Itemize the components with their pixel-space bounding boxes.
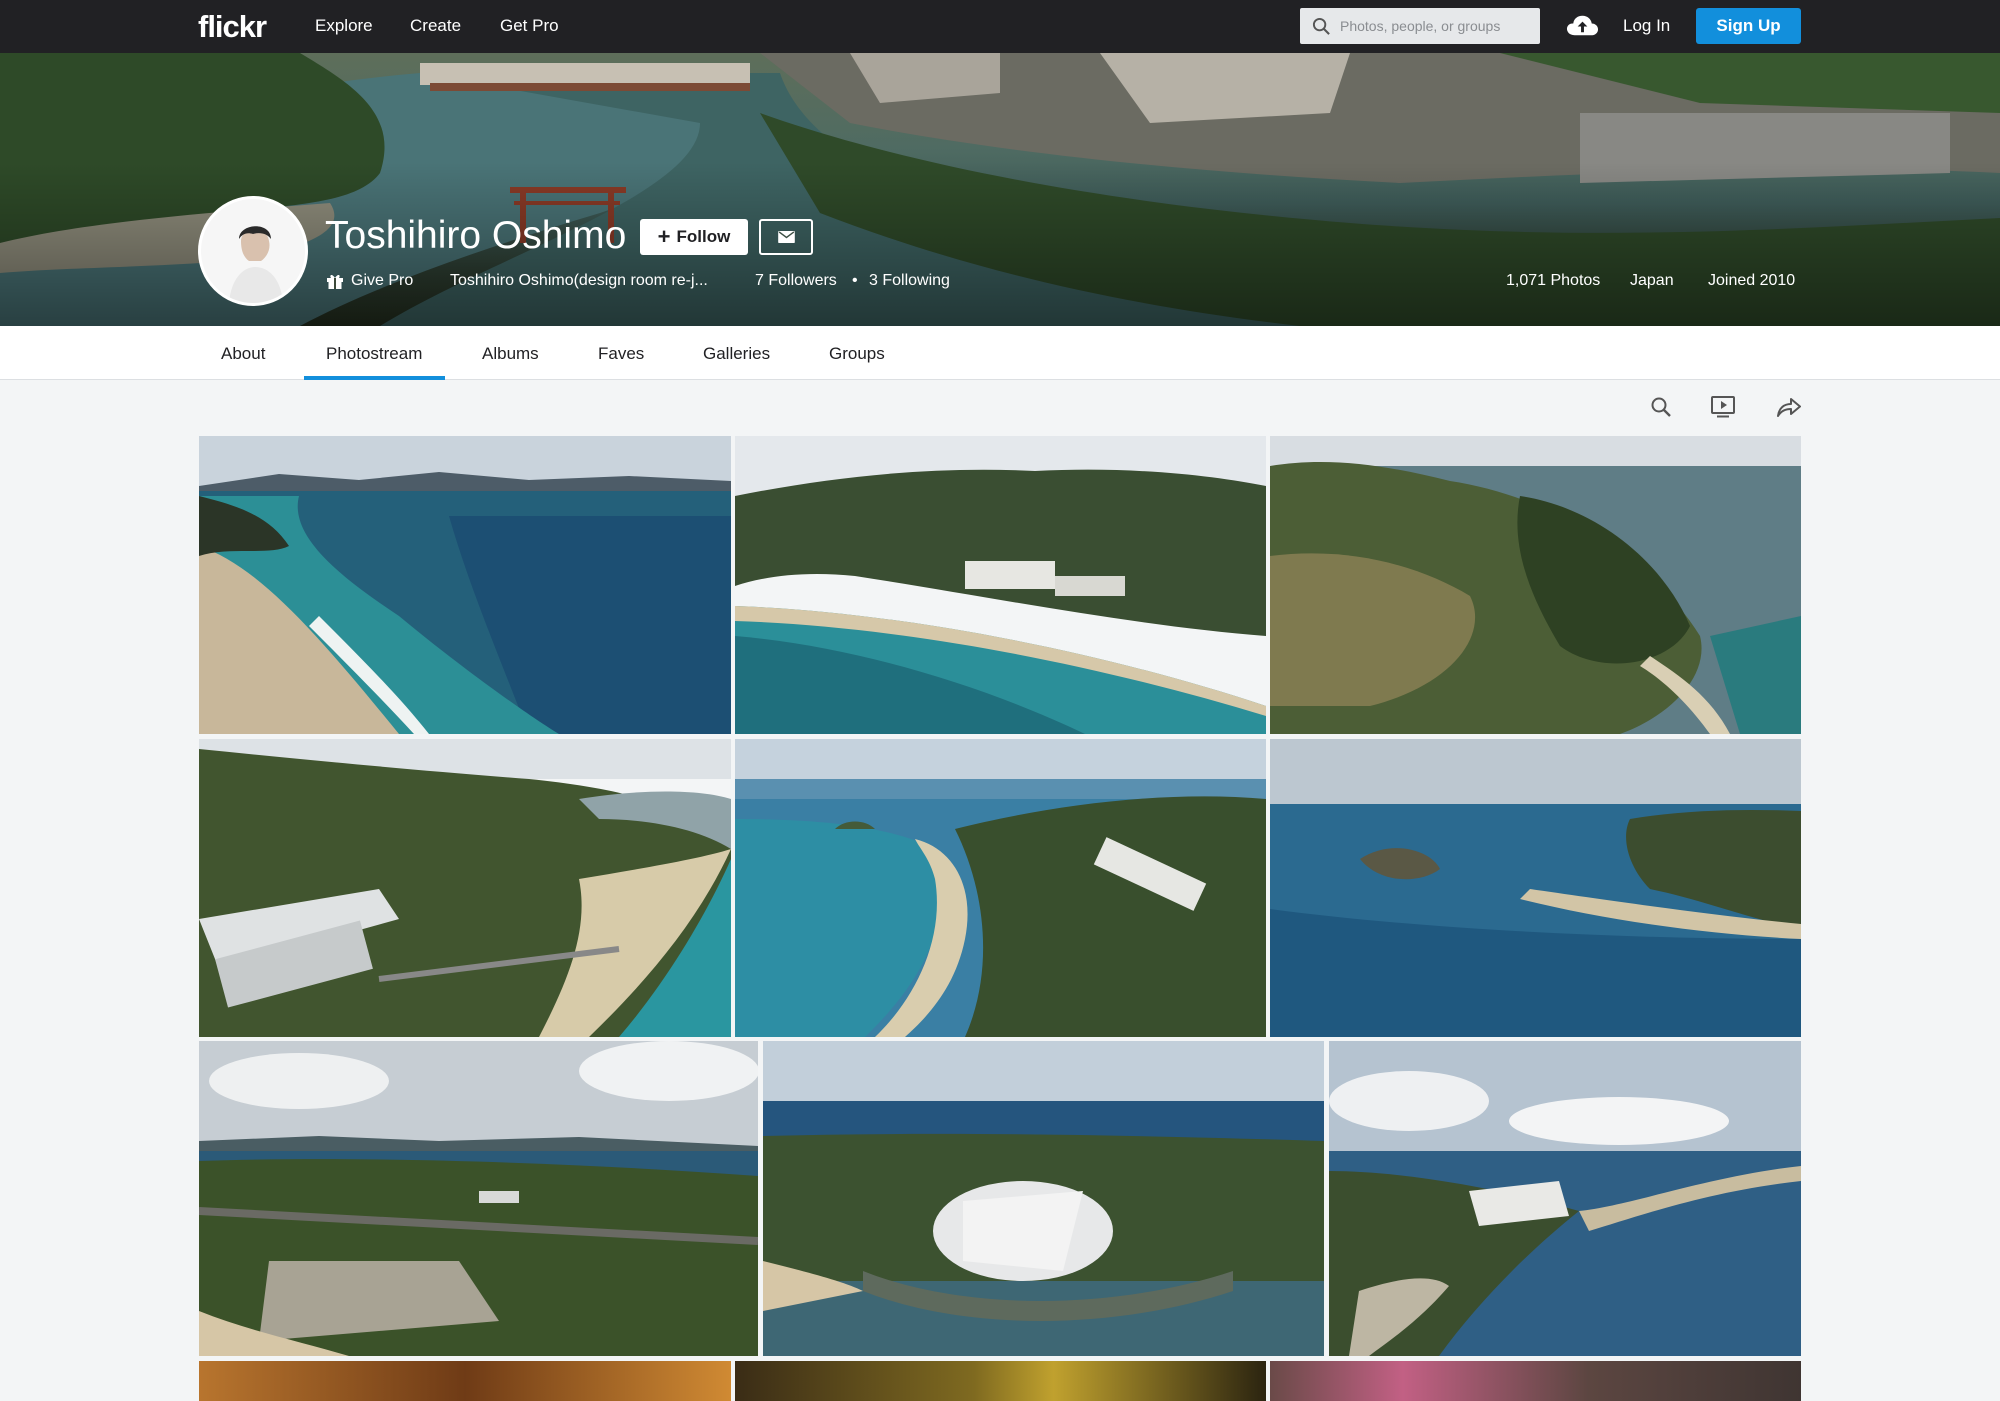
gift-icon bbox=[327, 274, 343, 289]
photo-image bbox=[1270, 739, 1801, 1037]
top-navigation-bar: flickr Explore Create Get Pro Log In Sig… bbox=[0, 0, 2000, 53]
photo-thumbnail[interactable] bbox=[735, 436, 1266, 734]
nav-link-create[interactable]: Create bbox=[410, 16, 461, 36]
cloud-upload-icon[interactable] bbox=[1566, 13, 1599, 38]
give-pro-label: Give Pro bbox=[351, 272, 414, 289]
photo-thumbnail[interactable] bbox=[199, 739, 731, 1037]
slideshow-icon[interactable] bbox=[1711, 396, 1735, 418]
photo-image bbox=[1329, 1041, 1801, 1356]
nav-link-get-pro[interactable]: Get Pro bbox=[500, 16, 559, 36]
photo-image bbox=[763, 1041, 1324, 1356]
photo-thumbnail[interactable] bbox=[735, 1361, 1266, 1401]
tab-faves[interactable]: Faves bbox=[598, 344, 644, 364]
tab-about[interactable]: About bbox=[221, 344, 265, 364]
stats-separator: • bbox=[852, 272, 858, 289]
tab-albums[interactable]: Albums bbox=[482, 344, 539, 364]
plus-icon: + bbox=[657, 224, 671, 249]
profile-display-name: Toshihiro Oshimo(design room re-j... bbox=[450, 272, 708, 289]
photo-thumbnail[interactable] bbox=[199, 436, 731, 734]
photo-image bbox=[199, 1041, 758, 1356]
share-icon[interactable] bbox=[1776, 396, 1802, 418]
joined-date: Joined 2010 bbox=[1708, 272, 1796, 289]
photo-thumbnail[interactable] bbox=[763, 1041, 1324, 1356]
tab-photostream[interactable]: Photostream bbox=[326, 344, 422, 364]
avatar-image bbox=[201, 199, 305, 303]
photo-count: 1,071 Photos bbox=[1506, 272, 1601, 289]
tab-groups[interactable]: Groups bbox=[829, 344, 885, 364]
photo-thumbnail[interactable] bbox=[1270, 436, 1801, 734]
photo-image bbox=[199, 436, 731, 734]
cover-shade bbox=[0, 53, 2000, 326]
follow-button[interactable]: + Follow bbox=[640, 219, 748, 255]
profile-avatar[interactable] bbox=[198, 196, 308, 306]
followers-link[interactable]: 7 Followers bbox=[755, 272, 837, 290]
photo-thumbnail[interactable] bbox=[735, 739, 1266, 1037]
active-tab-indicator bbox=[304, 376, 445, 380]
cover-photo bbox=[0, 53, 2000, 326]
follow-button-label: Follow bbox=[676, 227, 731, 246]
give-pro-link[interactable]: Give Pro bbox=[326, 272, 413, 290]
profile-name: Toshihiro Oshimo bbox=[325, 214, 627, 257]
message-button[interactable] bbox=[759, 219, 813, 255]
tab-galleries[interactable]: Galleries bbox=[703, 344, 770, 364]
search-input[interactable] bbox=[1340, 8, 1535, 44]
photo-thumbnail[interactable] bbox=[199, 1041, 758, 1356]
photo-image bbox=[1270, 436, 1801, 734]
photo-thumbnail[interactable] bbox=[1270, 1361, 1801, 1401]
login-link[interactable]: Log In bbox=[1623, 16, 1670, 36]
search-icon bbox=[1312, 17, 1330, 35]
photo-image bbox=[735, 436, 1266, 734]
search-icon[interactable] bbox=[1650, 396, 1672, 418]
flickr-logo[interactable]: flickr bbox=[198, 9, 267, 45]
search-box[interactable] bbox=[1300, 8, 1540, 44]
photo-image bbox=[199, 739, 731, 1037]
profile-tabs: About Photostream Albums Faves Galleries… bbox=[0, 326, 2000, 380]
photo-thumbnail[interactable] bbox=[1329, 1041, 1801, 1356]
mail-icon bbox=[777, 231, 795, 243]
photo-thumbnail[interactable] bbox=[1270, 739, 1801, 1037]
sign-up-button[interactable]: Sign Up bbox=[1696, 8, 1801, 44]
photo-image bbox=[735, 739, 1266, 1037]
photo-thumbnail[interactable] bbox=[199, 1361, 731, 1401]
following-link[interactable]: 3 Following bbox=[869, 272, 950, 290]
nav-link-explore[interactable]: Explore bbox=[315, 16, 373, 36]
profile-location: Japan bbox=[1630, 272, 1674, 289]
